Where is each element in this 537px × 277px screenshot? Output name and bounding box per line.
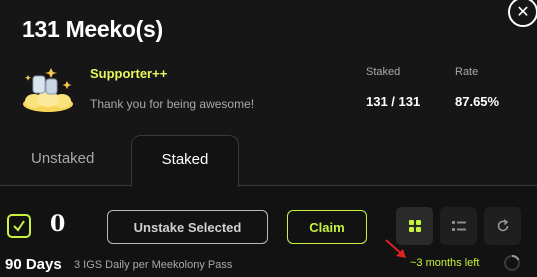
staked-label: Staked (366, 66, 401, 78)
selected-count: 0 (50, 211, 66, 237)
rate-value: 87.65% (455, 94, 500, 109)
tab-staked[interactable]: Staked (131, 135, 239, 187)
stake-duration: 90 Days (5, 256, 62, 273)
close-icon: ✕ (516, 4, 530, 21)
refresh-icon (497, 219, 508, 232)
tab-divider (0, 185, 131, 186)
close-button[interactable]: ✕ (508, 0, 537, 27)
annotation-arrow-icon (385, 239, 406, 258)
time-left-text: ~3 months left (410, 257, 480, 269)
supporter-badge-icon (23, 68, 73, 112)
modal-title: 131 Meeko(s) (22, 16, 163, 42)
checkmark-icon (13, 220, 25, 232)
staked-value: 131 / 131 (366, 94, 421, 109)
tab-divider (239, 185, 537, 186)
tab-unstaked[interactable]: Unstaked (31, 150, 94, 167)
countdown-timer-icon (504, 255, 520, 271)
list-view-icon (451, 221, 466, 231)
grid-view-icon (408, 220, 421, 232)
claim-button[interactable]: Claim (287, 210, 367, 244)
select-all-checkbox[interactable] (7, 214, 31, 238)
unstake-selected-button[interactable]: Unstake Selected (107, 210, 268, 244)
rate-label: Rate (455, 66, 479, 78)
daily-reward-text: 3 IGS Daily per Meekolony Pass (74, 259, 233, 271)
list-view-button[interactable] (440, 207, 477, 245)
supporter-tier-label: Supporter++ (90, 66, 168, 81)
refresh-button[interactable] (484, 207, 521, 245)
tab-staked-label: Staked (161, 151, 209, 168)
supporter-message: Thank you for being awesome! (90, 97, 255, 111)
